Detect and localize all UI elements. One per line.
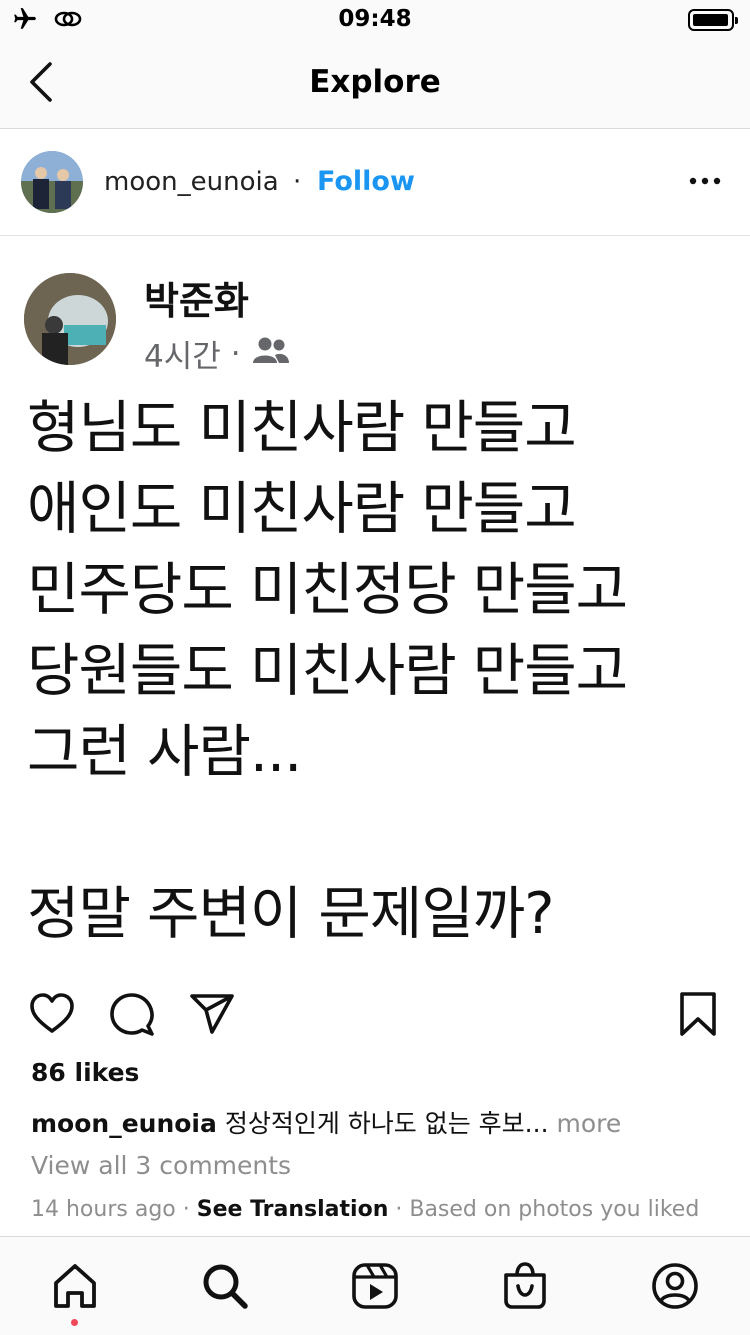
tab-profile[interactable] — [650, 1261, 700, 1311]
meta-separator: · — [395, 1197, 403, 1222]
nav-bar: Explore — [0, 42, 750, 129]
tab-shop[interactable] — [500, 1261, 550, 1311]
share-icon — [190, 994, 234, 1034]
recommendation-reason: Based on photos you liked — [409, 1197, 700, 1222]
tab-search[interactable] — [200, 1261, 250, 1311]
see-translation-link[interactable]: See Translation — [197, 1197, 389, 1222]
caption-more-link[interactable]: more — [556, 1109, 621, 1138]
page-title: Explore — [309, 64, 441, 100]
more-horizontal-icon — [689, 177, 721, 185]
profile-icon — [652, 1263, 698, 1309]
status-time: 09:48 — [338, 6, 412, 32]
status-bar: 09:48 — [0, 0, 750, 42]
share-button[interactable] — [188, 990, 236, 1038]
save-button[interactable] — [674, 990, 722, 1038]
post-image[interactable]: 박준화 4시간 · 형님도 미친사람 만들고 애인도 미친사람 만들고 민주당도… — [0, 236, 750, 976]
shop-icon — [504, 1262, 546, 1309]
separator-dot: · — [293, 167, 302, 197]
reels-icon — [352, 1263, 398, 1309]
comment-button[interactable] — [108, 990, 156, 1038]
heart-icon — [30, 993, 74, 1033]
friends-icon — [251, 335, 291, 373]
post-timestamp: 14 hours ago — [31, 1197, 176, 1222]
post-username[interactable]: moon_eunoia — [104, 167, 279, 197]
author-avatar — [24, 273, 116, 365]
comment-icon — [110, 993, 154, 1036]
view-comments-link[interactable]: View all 3 comments — [31, 1151, 291, 1180]
author-name: 박준화 — [144, 279, 249, 323]
like-button[interactable] — [28, 990, 76, 1038]
likes-count[interactable]: 86 likes — [31, 1058, 139, 1087]
meta-separator: · — [182, 1197, 190, 1222]
tab-bar — [0, 1236, 750, 1335]
post-time: 4시간 — [144, 339, 221, 375]
more-options-button[interactable] — [688, 173, 722, 187]
bookmark-icon — [680, 992, 716, 1036]
post-meta: 14 hours ago · See Translation · Based o… — [31, 1197, 699, 1222]
notification-dot — [71, 1319, 78, 1326]
tab-home[interactable] — [50, 1261, 100, 1311]
caption-text: 정상적인게 하나도 없는 후보... — [224, 1109, 549, 1138]
meta-separator: · — [230, 335, 241, 372]
search-icon — [203, 1264, 248, 1309]
caption: moon_eunoia 정상적인게 하나도 없는 후보... more — [31, 1104, 621, 1140]
user-avatar[interactable] — [21, 151, 83, 213]
follow-button[interactable]: Follow — [317, 166, 415, 197]
post-actions — [0, 986, 750, 1042]
caption-username[interactable]: moon_eunoia — [31, 1109, 217, 1138]
post-body-text: 형님도 미친사람 만들고 애인도 미친사람 만들고 민주당도 미친정당 만들고 … — [27, 395, 628, 947]
battery-icon — [688, 9, 738, 31]
home-icon — [54, 1264, 96, 1308]
author-meta: 4시간 · — [144, 331, 291, 376]
post-header: moon_eunoia · Follow — [0, 129, 750, 236]
tab-reels[interactable] — [350, 1261, 400, 1311]
